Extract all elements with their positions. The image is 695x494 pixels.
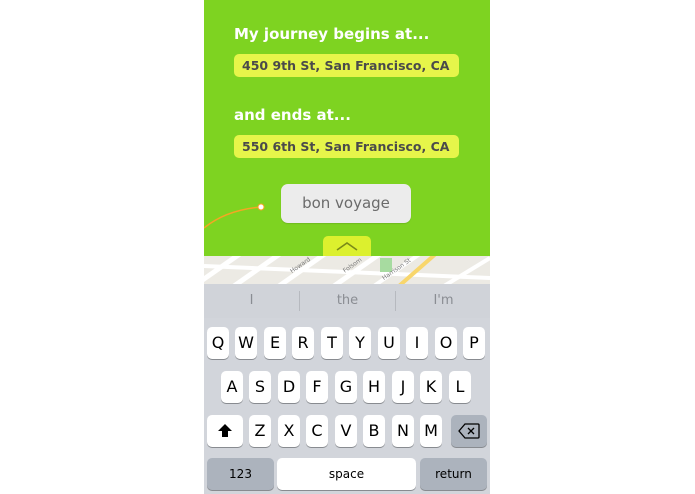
- key-s[interactable]: S: [249, 371, 271, 403]
- delete-key[interactable]: [451, 415, 487, 447]
- return-key[interactable]: return: [420, 458, 487, 490]
- key-q[interactable]: Q: [207, 327, 229, 359]
- start-address-field[interactable]: 450 9th St, San Francisco, CA: [234, 54, 459, 77]
- key-d[interactable]: D: [278, 371, 300, 403]
- key-y[interactable]: Y: [349, 327, 371, 359]
- suggestion-item[interactable]: I: [204, 284, 299, 318]
- key-g[interactable]: G: [335, 371, 357, 403]
- key-l[interactable]: L: [449, 371, 471, 403]
- key-e[interactable]: E: [264, 327, 286, 359]
- key-a[interactable]: A: [221, 371, 243, 403]
- suggestion-item[interactable]: I'm: [396, 284, 490, 318]
- key-z[interactable]: Z: [249, 415, 271, 447]
- end-address-field[interactable]: 550 6th St, San Francisco, CA: [234, 135, 459, 158]
- numbers-key[interactable]: 123: [207, 458, 274, 490]
- end-label: and ends at...: [234, 106, 351, 124]
- chevron-up-icon: [336, 242, 358, 251]
- key-j[interactable]: J: [392, 371, 414, 403]
- key-m[interactable]: M: [420, 415, 442, 447]
- start-label: My journey begins at...: [234, 25, 430, 43]
- key-k[interactable]: K: [420, 371, 442, 403]
- shift-icon: [218, 424, 232, 437]
- map-view[interactable]: Howard Folsom Harrison St: [204, 256, 490, 284]
- key-i[interactable]: I: [406, 327, 428, 359]
- space-key[interactable]: space: [277, 458, 416, 490]
- key-v[interactable]: V: [335, 415, 357, 447]
- key-w[interactable]: W: [235, 327, 257, 359]
- phone-screen: My journey begins at... 450 9th St, San …: [204, 0, 490, 494]
- route-line: [204, 203, 265, 229]
- key-p[interactable]: P: [463, 327, 485, 359]
- key-h[interactable]: H: [363, 371, 385, 403]
- shift-key[interactable]: [207, 415, 243, 447]
- key-o[interactable]: O: [435, 327, 457, 359]
- key-x[interactable]: X: [278, 415, 300, 447]
- delete-icon: [458, 423, 480, 439]
- key-r[interactable]: R: [292, 327, 314, 359]
- key-n[interactable]: N: [392, 415, 414, 447]
- suggestion-bar: I the I'm: [204, 284, 490, 318]
- key-c[interactable]: C: [306, 415, 328, 447]
- key-b[interactable]: B: [363, 415, 385, 447]
- key-t[interactable]: T: [321, 327, 343, 359]
- panel-toggle-handle[interactable]: [323, 236, 371, 256]
- key-u[interactable]: U: [378, 327, 400, 359]
- bon-voyage-button[interactable]: bon voyage: [281, 184, 411, 223]
- journey-panel: My journey begins at... 450 9th St, San …: [204, 0, 490, 256]
- suggestion-item[interactable]: the: [300, 284, 395, 318]
- key-f[interactable]: F: [306, 371, 328, 403]
